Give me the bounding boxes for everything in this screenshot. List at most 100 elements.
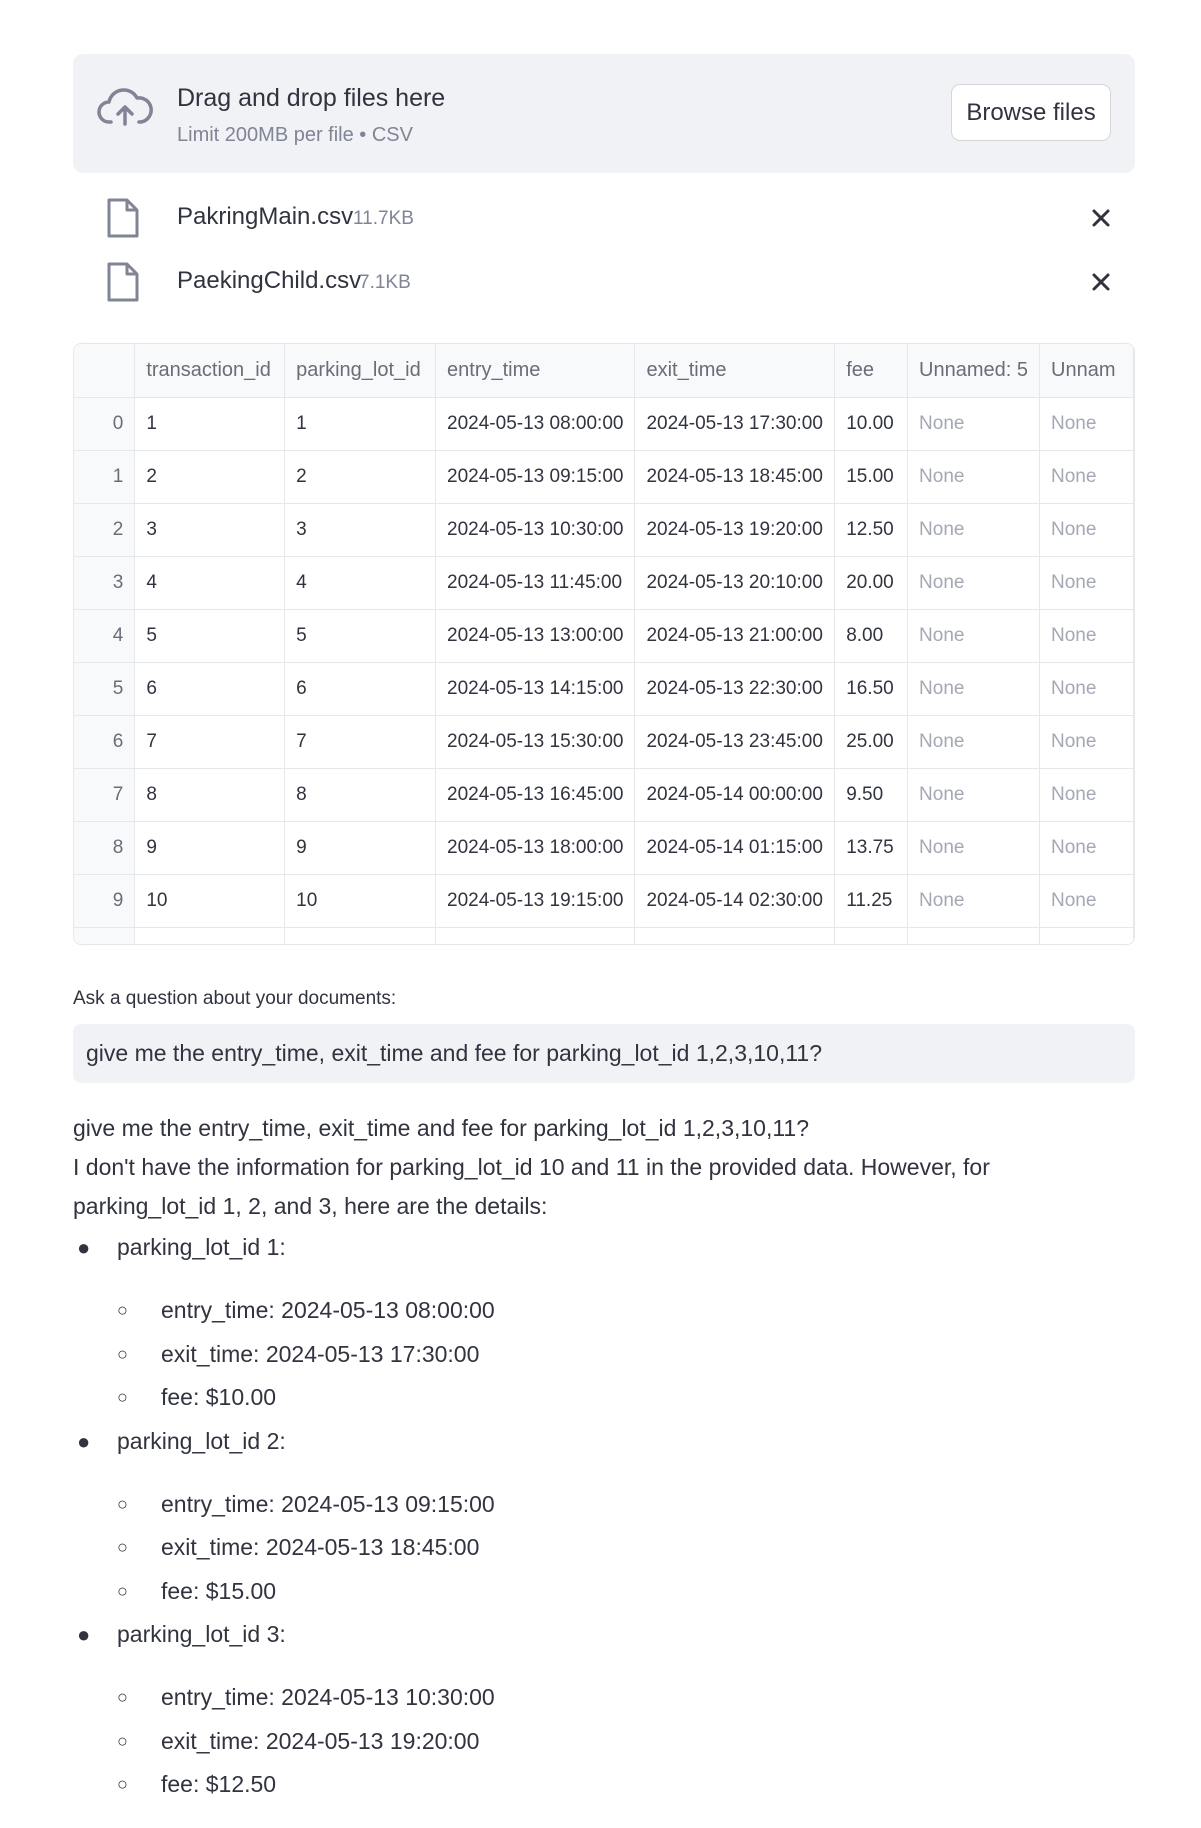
table-cell[interactable]: None (1039, 927, 1134, 944)
column-header[interactable]: fee (834, 344, 909, 398)
row-index[interactable]: 5 (74, 662, 136, 716)
table-cell[interactable]: None (907, 503, 1041, 557)
table-cell[interactable]: 2024-05-13 13:00:00 (435, 609, 636, 663)
table-cell[interactable]: None (1039, 450, 1134, 504)
table-cell[interactable]: None (1039, 768, 1134, 822)
table-cell[interactable]: 4 (134, 556, 286, 610)
table-cell[interactable]: 11.25 (834, 874, 909, 928)
table-cell[interactable]: None (907, 715, 1041, 769)
column-header[interactable]: exit_time (634, 344, 836, 398)
table-cell[interactable]: None (1039, 503, 1134, 557)
table-cell[interactable]: 10 (134, 874, 286, 928)
table-cell[interactable]: None (907, 768, 1041, 822)
table-cell[interactable]: 2024-05-13 17:30:00 (634, 397, 836, 451)
remove-file-button[interactable] (1086, 203, 1116, 233)
table-cell[interactable]: 6 (284, 662, 437, 716)
table-cell[interactable]: 3 (284, 503, 437, 557)
table-cell[interactable]: None (907, 556, 1041, 610)
table-cell[interactable]: 2 (284, 450, 437, 504)
table-cell[interactable]: 9 (134, 821, 286, 875)
table-cell[interactable]: None (907, 397, 1041, 451)
column-header[interactable]: Unnam (1039, 344, 1134, 398)
table-cell[interactable]: 16.50 (834, 662, 909, 716)
table-cell[interactable]: 2 (134, 450, 286, 504)
table-cell[interactable]: 5 (134, 609, 286, 663)
table-cell[interactable]: 9.50 (834, 768, 909, 822)
table-cell[interactable]: 2024-05-13 22:30:00 (634, 662, 836, 716)
table-cell[interactable]: None (1039, 609, 1134, 663)
question-input[interactable] (73, 1024, 1135, 1083)
index-header[interactable] (74, 344, 136, 398)
table-cell[interactable]: 2024-05-13 19:15:00 (435, 874, 636, 928)
table-cell[interactable]: 8.00 (834, 609, 909, 663)
table-cell[interactable]: 2024-05-14 01:15:00 (634, 821, 836, 875)
table-cell[interactable]: 10 (284, 874, 437, 928)
table-cell[interactable]: None (907, 662, 1041, 716)
table-cell[interactable]: 7 (134, 715, 286, 769)
table-cell[interactable]: 2024-05-13 09:15:00 (435, 450, 636, 504)
table-cell[interactable]: 18.00 (834, 927, 909, 944)
table-cell[interactable]: None (907, 450, 1041, 504)
row-index[interactable]: 9 (74, 874, 136, 928)
table-cell[interactable]: 2024-05-13 08:00:00 (435, 397, 636, 451)
table-cell[interactable]: 1 (134, 397, 286, 451)
table-cell[interactable]: None (907, 821, 1041, 875)
table-cell[interactable]: 2024-05-13 21:00:00 (634, 609, 836, 663)
table-cell[interactable]: 13.75 (834, 821, 909, 875)
table-cell[interactable]: 2024-05-13 11:45:00 (435, 556, 636, 610)
browse-files-button[interactable]: Browse files (951, 84, 1111, 141)
row-index[interactable]: 3 (74, 556, 136, 610)
row-index[interactable]: 8 (74, 821, 136, 875)
table-cell[interactable]: 2024-05-13 20:30:00 (435, 927, 636, 944)
table-cell[interactable]: 2024-05-13 14:15:00 (435, 662, 636, 716)
column-header[interactable]: parking_lot_id (284, 344, 437, 398)
table-cell[interactable]: 1 (284, 397, 437, 451)
table-cell[interactable]: 11 (284, 927, 437, 944)
table-cell[interactable]: 2024-05-14 02:30:00 (634, 874, 836, 928)
table-cell[interactable]: 7 (284, 715, 437, 769)
row-index[interactable]: 10 (74, 927, 136, 944)
table-cell[interactable]: 4 (284, 556, 437, 610)
table-cell[interactable]: 2024-05-14 03:45:00 (634, 927, 836, 944)
table-cell[interactable]: None (1039, 821, 1134, 875)
column-header[interactable]: entry_time (435, 344, 636, 398)
table-cell[interactable]: 2024-05-13 10:30:00 (435, 503, 636, 557)
table-cell[interactable]: 8 (134, 768, 286, 822)
table-cell[interactable]: 5 (284, 609, 437, 663)
table-cell[interactable]: 12.50 (834, 503, 909, 557)
table-cell[interactable]: None (1039, 715, 1134, 769)
table-cell[interactable]: 15.00 (834, 450, 909, 504)
table-cell[interactable]: 20.00 (834, 556, 909, 610)
table-cell[interactable]: None (907, 609, 1041, 663)
table-cell[interactable]: 2024-05-13 16:45:00 (435, 768, 636, 822)
table-cell[interactable]: 9 (284, 821, 437, 875)
dataframe-table[interactable]: transaction_id parking_lot_id entry_time ex… (73, 343, 1135, 945)
table-cell[interactable]: 6 (134, 662, 286, 716)
column-header[interactable]: transaction_id (134, 344, 286, 398)
table-cell[interactable]: 2024-05-13 19:20:00 (634, 503, 836, 557)
table-cell[interactable]: 2024-05-14 00:00:00 (634, 768, 836, 822)
table-cell[interactable]: None (1039, 874, 1134, 928)
table-cell[interactable]: 2024-05-13 15:30:00 (435, 715, 636, 769)
table-cell[interactable]: 2024-05-13 23:45:00 (634, 715, 836, 769)
table-cell[interactable]: None (907, 927, 1041, 944)
row-index[interactable]: 1 (74, 450, 136, 504)
table-cell[interactable]: 10.00 (834, 397, 909, 451)
row-index[interactable]: 7 (74, 768, 136, 822)
table-cell[interactable]: 11 (134, 927, 286, 944)
table-cell[interactable]: None (1039, 397, 1134, 451)
table-cell[interactable]: 2024-05-13 18:45:00 (634, 450, 836, 504)
table-cell[interactable]: 2024-05-13 18:00:00 (435, 821, 636, 875)
column-header[interactable]: Unnamed: 5 (907, 344, 1041, 398)
table-cell[interactable]: None (907, 874, 1041, 928)
table-cell[interactable]: 8 (284, 768, 437, 822)
row-index[interactable]: 6 (74, 715, 136, 769)
table-cell[interactable]: None (1039, 662, 1134, 716)
table-cell[interactable]: 3 (134, 503, 286, 557)
table-cell[interactable]: 2024-05-13 20:10:00 (634, 556, 836, 610)
row-index[interactable]: 2 (74, 503, 136, 557)
row-index[interactable]: 0 (74, 397, 136, 451)
table-cell[interactable]: None (1039, 556, 1134, 610)
table-cell[interactable]: 25.00 (834, 715, 909, 769)
remove-file-button[interactable] (1086, 267, 1116, 297)
